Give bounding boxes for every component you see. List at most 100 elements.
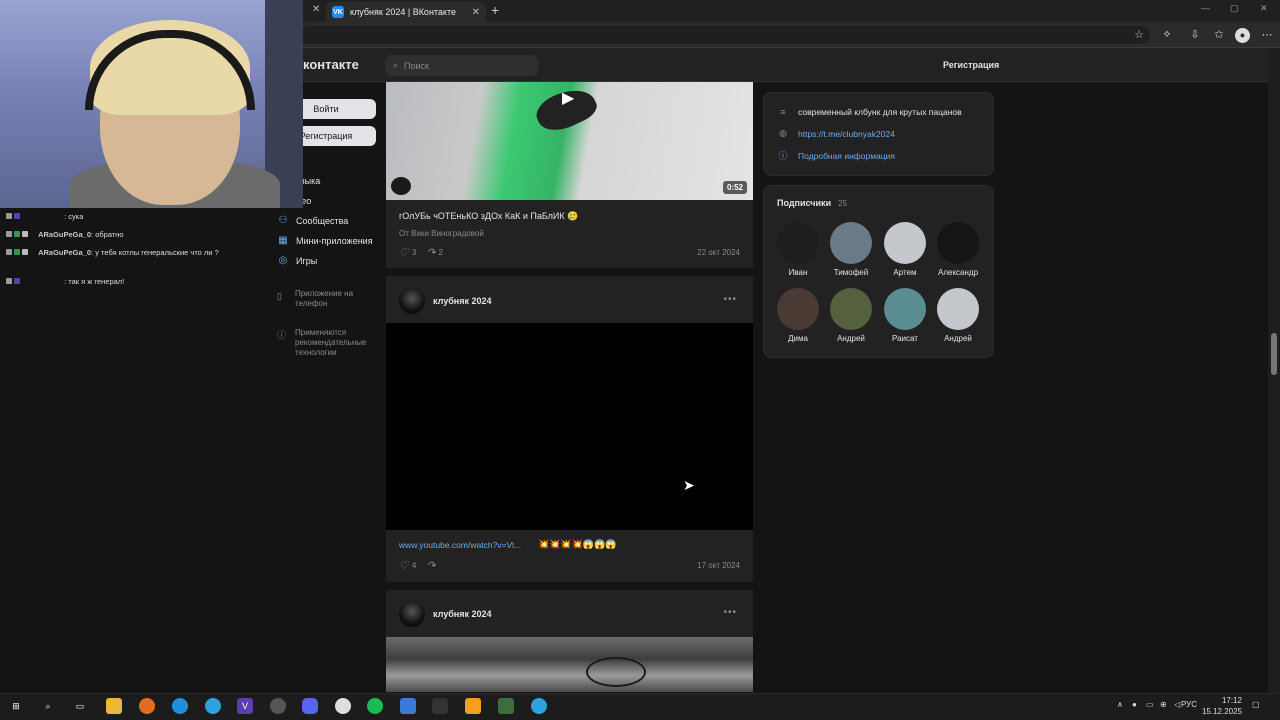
subscriber-name[interactable]: Тимофей <box>825 268 877 277</box>
close-tab-icon[interactable]: ✕ <box>312 4 320 15</box>
subscriber-item[interactable]: Дима <box>772 288 824 343</box>
steam-icon[interactable] <box>335 698 351 714</box>
subscriber-avatar[interactable] <box>884 288 926 330</box>
telegram-second-icon[interactable] <box>531 698 547 714</box>
language-indicator[interactable]: РУС <box>1181 700 1197 709</box>
obs-icon[interactable] <box>270 698 286 714</box>
start-icon[interactable]: ⊞ <box>8 698 24 714</box>
post-date[interactable]: 17 окт 2024 <box>697 561 740 570</box>
subscriber-name[interactable]: Артем <box>879 268 931 277</box>
tab-vk[interactable]: VK клубняк 2024 | ВКонтакте ✕ <box>326 2 486 22</box>
more-options-icon[interactable]: ••• <box>723 607 737 618</box>
youtube-link[interactable]: www.youtube.com/watch?v=Vl... <box>399 540 521 550</box>
firefox-icon[interactable] <box>139 698 155 714</box>
subscriber-item[interactable]: Раисат <box>879 288 931 343</box>
like-button[interactable]: ♡ 3 <box>399 246 416 259</box>
post-author[interactable]: клубняк 2024 <box>399 288 492 314</box>
telegram-icon[interactable] <box>205 698 221 714</box>
system-clock[interactable]: 17:12 15.12.2025 <box>1197 695 1242 717</box>
subscriber-avatar[interactable] <box>777 288 819 330</box>
author-name[interactable]: клубняк 2024 <box>433 296 492 306</box>
subscriber-avatar[interactable] <box>884 222 926 264</box>
subscriber-avatar[interactable] <box>777 222 819 264</box>
sidebar-item-games[interactable]: ◎ Игры <box>277 255 318 266</box>
share-button[interactable]: ↷ <box>426 559 435 572</box>
subscriber-name[interactable]: Дима <box>772 334 824 343</box>
like-button[interactable]: ♡ 4 <box>399 559 416 572</box>
new-tab-button[interactable]: + <box>491 2 499 18</box>
extensions-icon[interactable]: ⟡ <box>1160 28 1174 41</box>
post-date[interactable]: 22 окт 2024 <box>697 248 740 257</box>
favorites-icon[interactable]: ✩ <box>1212 28 1226 41</box>
tab-close-icon[interactable]: ✕ <box>472 7 480 18</box>
subscriber-name[interactable]: Иван <box>772 268 824 277</box>
volume-icon[interactable]: ◁ <box>1174 700 1180 709</box>
scrollbar-thumb[interactable] <box>1271 333 1277 375</box>
task-view-icon[interactable]: ▭ <box>72 698 88 714</box>
author-avatar[interactable] <box>399 288 425 314</box>
telegram-link[interactable]: https://t.me/clubnyak2024 <box>798 129 895 139</box>
url-field[interactable] <box>300 26 1150 44</box>
spotify-icon[interactable] <box>367 698 383 714</box>
post-author[interactable]: клубняк 2024 <box>399 601 492 627</box>
subscriber-item[interactable]: Иван <box>772 222 824 277</box>
subscriber-avatar[interactable] <box>830 222 872 264</box>
subscriber-item[interactable]: Александр <box>932 222 984 277</box>
embedded-video[interactable] <box>386 323 753 530</box>
page-scrollbar[interactable] <box>1268 48 1280 693</box>
window-close-icon[interactable]: ✕ <box>1260 3 1268 14</box>
download-icon[interactable]: ⇩ <box>1188 28 1202 41</box>
file-explorer-icon[interactable] <box>106 698 122 714</box>
recommend-note[interactable]: ⓘ Применяются рекомендательные технологи… <box>277 328 377 358</box>
app-green-icon[interactable] <box>498 698 514 714</box>
subscriber-item[interactable]: Тимофей <box>825 222 877 277</box>
monitor-tray-icon[interactable]: ▭ <box>1146 700 1154 709</box>
more-info-link[interactable]: Подробная информация <box>798 151 895 161</box>
minimize-icon[interactable]: — <box>1201 3 1210 13</box>
app-on-phone-link[interactable]: ▯ Приложение на телефон <box>277 289 377 309</box>
monitor-app-icon[interactable] <box>400 698 416 714</box>
subscriber-item[interactable]: Артем <box>879 222 931 277</box>
profile-avatar-icon[interactable]: ● <box>1235 28 1250 43</box>
subscriber-avatar[interactable] <box>830 288 872 330</box>
tray-chevron-icon[interactable]: ∧ <box>1117 700 1123 709</box>
author-name[interactable]: клубняк 2024 <box>433 609 492 619</box>
discord-icon[interactable] <box>302 698 318 714</box>
maximize-icon[interactable]: ▢ <box>1230 3 1239 14</box>
subscriber-name[interactable]: Андрей <box>825 334 877 343</box>
menu-icon[interactable]: ⋯ <box>1260 28 1274 41</box>
info-more[interactable]: ⓘ Подробная информация <box>778 149 895 162</box>
subscriber-item[interactable]: Андрей <box>932 288 984 343</box>
subscriber-avatar[interactable] <box>937 288 979 330</box>
more-options-icon[interactable]: ••• <box>723 294 737 305</box>
post-image[interactable] <box>386 637 753 692</box>
star-icon[interactable]: ☆ <box>1132 28 1146 41</box>
network-icon[interactable]: ⊕ <box>1160 700 1167 709</box>
subscribers-title[interactable]: Подписчики <box>777 198 831 208</box>
post-source[interactable]: От Вики Виноградовой <box>399 229 484 238</box>
search-taskbar-icon[interactable]: ⌕ <box>40 698 56 714</box>
vk-logo[interactable]: контакте <box>303 57 359 72</box>
play-icon[interactable]: ▶ <box>562 88 574 108</box>
header-register-link[interactable]: Регистрация <box>943 60 999 70</box>
video-thumbnail[interactable]: ▶ 0:52 <box>386 82 753 200</box>
sidebar-item-communities[interactable]: ⚇ Сообщества <box>277 215 349 226</box>
subscriber-item[interactable]: Андрей <box>825 288 877 343</box>
app-v-icon[interactable]: V <box>237 698 253 714</box>
sidebar-item-mini-apps[interactable]: ▦ Мини-приложения <box>277 235 372 246</box>
search-input[interactable]: ⌕ Поиск <box>385 55 538 76</box>
edge-icon[interactable] <box>172 698 188 714</box>
app-orange-icon[interactable] <box>465 698 481 714</box>
mic-icon[interactable]: ● <box>1132 700 1137 709</box>
share-button[interactable]: ↷ 2 <box>426 246 443 259</box>
subscriber-avatar[interactable] <box>937 222 979 264</box>
subscriber-name[interactable]: Андрей <box>932 334 984 343</box>
notepad-icon[interactable] <box>432 698 448 714</box>
info-link[interactable]: ◍ https://t.me/clubnyak2024 <box>778 128 895 139</box>
author-avatar[interactable] <box>399 601 425 627</box>
post-title[interactable]: гОлУБь чОТЕньКО зДОх КаК и ПаБлИК 🥲 <box>399 211 578 222</box>
subscriber-name[interactable]: Раисат <box>879 334 931 343</box>
share-count: 2 <box>438 248 443 257</box>
subscriber-name[interactable]: Александр <box>932 268 984 277</box>
notifications-icon[interactable]: ▢ <box>1252 700 1260 709</box>
